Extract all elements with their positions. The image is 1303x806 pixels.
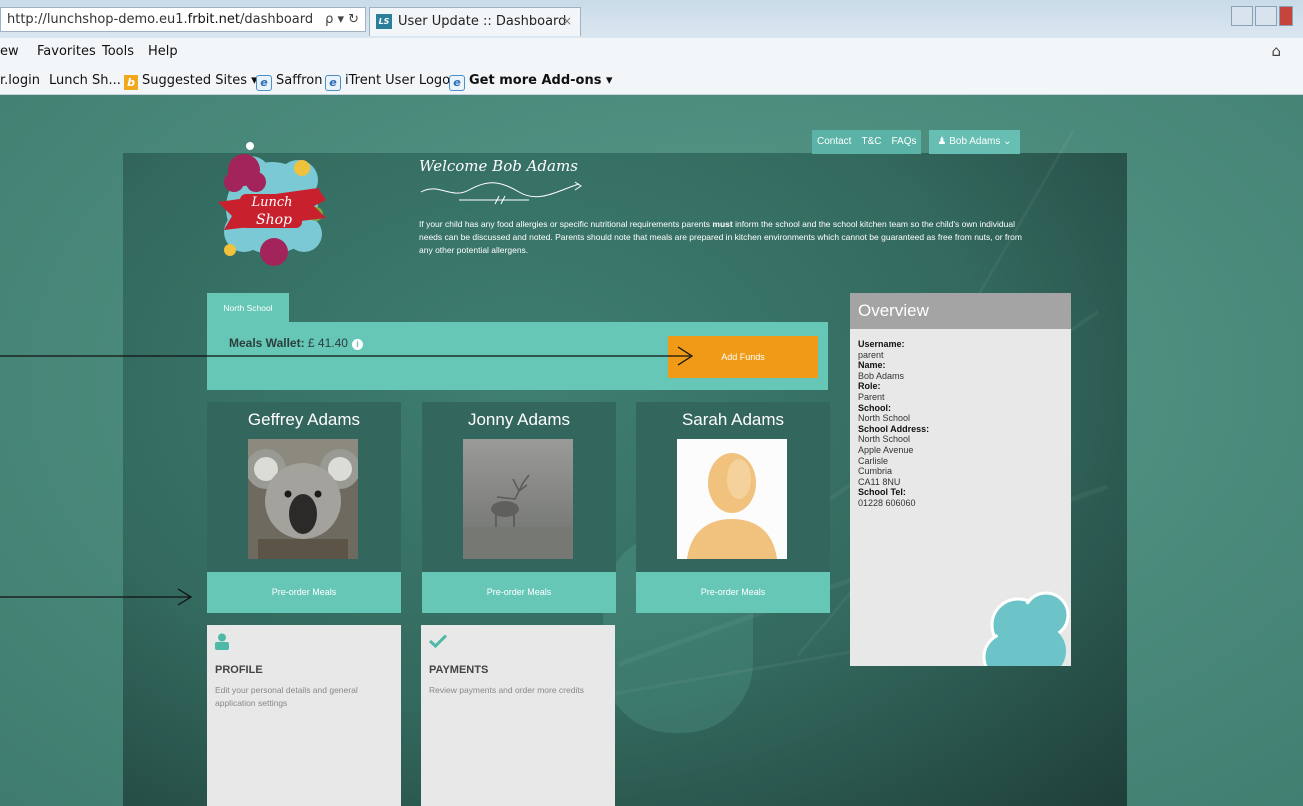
lunchshop-favicon-icon: LS — [376, 14, 392, 29]
url-path: /dashboard — [239, 12, 314, 27]
menu-tools[interactable]: Tools — [102, 44, 134, 59]
default-avatar-photo — [677, 439, 787, 559]
deer-photo — [463, 439, 573, 559]
child-name: Jonny Adams — [467, 410, 571, 429]
nav-tc[interactable]: T&C — [856, 130, 887, 154]
flower-decoration — [982, 591, 1070, 666]
favorites-bar: r.login Lunch Sh... b Suggested Sites ▾ e… — [0, 66, 1303, 95]
nav-faqs[interactable]: FAQs — [886, 130, 922, 154]
user-menu-label: Bob Adams ⌄ — [949, 136, 1012, 147]
menu-view[interactable]: ew — [0, 44, 19, 59]
payments-tile[interactable]: PAYMENTS Review payments and order more … — [421, 625, 615, 806]
fav-saffron[interactable]: e Saffron — [256, 73, 322, 91]
tab-north-school[interactable]: North School — [207, 293, 289, 323]
child-card: Jonny Adams Pre-order Meals — [422, 402, 616, 613]
allergy-notice: If your child has any food allergies or … — [419, 219, 1022, 255]
child-card: Sarah Adams Pre-order Meals — [636, 402, 830, 613]
fav-get-add-ons[interactable]: e Get more Add-ons ▾ — [449, 73, 613, 91]
child-name: Geffrey Adams — [247, 410, 361, 429]
pre-order-meals-button[interactable]: Pre-order Meals — [207, 572, 401, 613]
koala-photo — [248, 439, 358, 559]
ie-icon: e — [449, 75, 465, 91]
maximize-button[interactable] — [1255, 6, 1277, 26]
ie-icon: e — [325, 75, 341, 91]
home-icon[interactable]: ⌂ — [1271, 42, 1281, 60]
svg-text:Lunch: Lunch — [250, 195, 292, 210]
check-icon — [428, 633, 448, 653]
lunch-shop-logo[interactable]: Lunch Shop — [210, 140, 335, 272]
svg-text:Shop: Shop — [256, 212, 292, 228]
child-card: Geffrey Adams Pre-order Meals — [207, 402, 401, 613]
welcome-title: Welcome Bob Adams — [419, 157, 578, 175]
annotation-arrow — [0, 588, 193, 606]
profile-tile[interactable]: PROFILE Edit your personal details and g… — [207, 625, 401, 806]
search-refresh-controls[interactable]: ρ ▾ ↻ — [325, 8, 359, 31]
bing-icon: b — [124, 75, 138, 90]
tile-description: Edit your personal details and general a… — [215, 685, 358, 708]
tile-title: PAYMENTS — [429, 664, 489, 676]
tab-title: User Update :: Dashboard — [398, 14, 567, 29]
url-prefix: http://lunchshop-demo.eu1. — [7, 12, 188, 27]
user-menu[interactable]: ♟ Bob Adams ⌄ — [929, 130, 1020, 154]
window-controls — [1231, 6, 1293, 26]
menu-help[interactable]: Help — [148, 44, 178, 59]
tile-description: Review payments and order more credits — [429, 685, 584, 695]
child-name: Sarah Adams — [681, 410, 785, 429]
overview-title: Overview — [850, 293, 1071, 329]
nav-contact[interactable]: Contact — [812, 130, 857, 154]
ie-icon: e — [256, 75, 272, 91]
overview-details: Username: parent Name: Bob Adams Role: P… — [858, 339, 930, 508]
fav-itrent[interactable]: e iTrent User Logon — [325, 73, 458, 91]
flourish-decoration — [420, 181, 582, 205]
tile-title: PROFILE — [215, 664, 263, 676]
user-icon: ♟ — [937, 136, 950, 147]
menu-bar: ew Favorites Tools Help ⌂ — [0, 38, 1303, 66]
user-icon — [215, 633, 229, 655]
fav-suggested-sites[interactable]: b Suggested Sites ▾ — [124, 73, 258, 90]
fav-lunch-shop[interactable]: Lunch Sh... — [49, 73, 121, 88]
url-host: frbit.net — [187, 12, 240, 27]
browser-titlebar: http://lunchshop-demo.eu1.frbit.net/dash… — [0, 0, 1303, 38]
close-window-button[interactable] — [1279, 6, 1293, 26]
overview-panel: Overview Username: parent Name: Bob Adam… — [850, 293, 1071, 666]
address-bar[interactable]: http://lunchshop-demo.eu1.frbit.net/dash… — [0, 7, 366, 32]
top-navigation: Contact T&C FAQs ♟ Bob Adams ⌄ — [812, 130, 1020, 154]
fav-login[interactable]: r.login — [0, 73, 40, 88]
close-tab-icon[interactable]: × — [562, 8, 572, 35]
minimize-button[interactable] — [1231, 6, 1253, 26]
pre-order-meals-button[interactable]: Pre-order Meals — [636, 572, 830, 613]
browser-tab[interactable]: LS User Update :: Dashboard × — [369, 7, 581, 36]
annotation-arrow — [0, 346, 694, 366]
menu-favorites[interactable]: Favorites — [37, 44, 96, 59]
pre-order-meals-button[interactable]: Pre-order Meals — [422, 572, 616, 613]
